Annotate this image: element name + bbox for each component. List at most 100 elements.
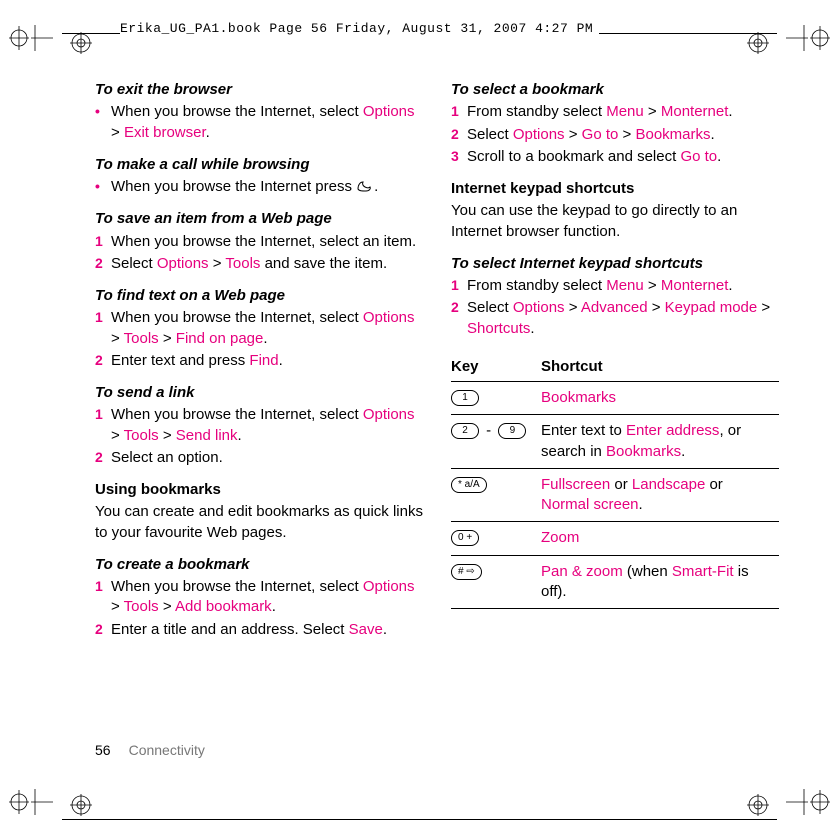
heading-select-keypad-shortcuts: To select Internet keypad shortcuts <box>451 254 779 274</box>
paragraph: You can create and edit bookmarks as qui… <box>95 502 423 543</box>
key-cell: 1 <box>451 382 541 415</box>
table-row: # ⇨ Pan & zoom (when Smart-Fit is off). <box>451 555 779 609</box>
key-icon: 1 <box>451 390 479 406</box>
list-item-text: Enter a title and an address. Select Sav… <box>111 620 423 640</box>
list-item: • When you browse the Internet, select O… <box>95 102 423 143</box>
step-number: 2 <box>95 620 111 639</box>
list-item-text: Select Options > Tools and save the item… <box>111 254 423 274</box>
list-item-text: When you browse the Internet, select Opt… <box>111 405 423 446</box>
key-cell: * a/A <box>451 468 541 522</box>
step-number: 3 <box>451 147 467 166</box>
list-item: 2 Select Options > Advanced > Keypad mod… <box>451 298 779 339</box>
registration-mark-bottom-right <box>747 794 769 816</box>
print-header: Erika_UG_PA1.book Page 56 Friday, August… <box>0 20 839 56</box>
shortcut-cell: Bookmarks <box>541 382 779 415</box>
key-icon: 2 <box>451 423 479 439</box>
list-item: 2 Select Options > Tools and save the it… <box>95 254 423 274</box>
heading-save-item: To save an item from a Web page <box>95 209 423 229</box>
list-item: 2 Select an option. <box>95 448 423 468</box>
shortcut-cell: Zoom <box>541 522 779 555</box>
step-number: 2 <box>95 254 111 273</box>
list-item: 1 When you browse the Internet, select O… <box>95 405 423 446</box>
heading-find-text: To find text on a Web page <box>95 286 423 306</box>
page-content: To exit the browser • When you browse th… <box>95 80 779 760</box>
step-number: 1 <box>451 276 467 295</box>
step-number: 1 <box>451 102 467 121</box>
step-number: 1 <box>95 405 111 424</box>
registration-mark-right <box>747 32 769 54</box>
list-item: 1 When you browse the Internet, select a… <box>95 232 423 252</box>
list-item: 1 When you browse the Internet, select O… <box>95 577 423 618</box>
section-name: Connectivity <box>129 742 205 758</box>
paragraph: You can use the keypad to go directly to… <box>451 201 779 242</box>
heading-create-bookmark: To create a bookmark <box>95 555 423 575</box>
bullet-icon: • <box>95 177 111 196</box>
table-row: * a/A Fullscreen or Landscape or Normal … <box>451 468 779 522</box>
step-number: 1 <box>95 308 111 327</box>
crop-mark-top-right <box>783 20 833 56</box>
table-row: 1 Bookmarks <box>451 382 779 415</box>
print-footer <box>0 784 839 820</box>
bullet-icon: • <box>95 102 111 121</box>
left-column: To exit the browser • When you browse th… <box>95 80 423 642</box>
list-item: 2 Select Options > Go to > Bookmarks. <box>451 125 779 145</box>
crop-mark-bottom-left <box>6 784 56 820</box>
list-item: 1 From standby select Menu > Monternet. <box>451 102 779 122</box>
key-cell: 0 + <box>451 522 541 555</box>
header-stamp: Erika_UG_PA1.book Page 56 Friday, August… <box>120 20 599 38</box>
list-item-text: Select Options > Advanced > Keypad mode … <box>467 298 779 339</box>
step-number: 2 <box>451 125 467 144</box>
key-icon: * a/A <box>451 477 487 493</box>
table-row: 0 + Zoom <box>451 522 779 555</box>
crop-mark-bottom-right <box>783 784 833 820</box>
step-number: 2 <box>451 298 467 317</box>
list-item: • When you browse the Internet press . <box>95 177 423 197</box>
key-icon: 9 <box>498 423 526 439</box>
shortcut-cell: Pan & zoom (when Smart-Fit is off). <box>541 555 779 609</box>
list-item: 1 When you browse the Internet, select O… <box>95 308 423 349</box>
registration-mark-left <box>70 32 92 54</box>
key-icon: # ⇨ <box>451 564 482 580</box>
list-item-text: Scroll to a bookmark and select Go to. <box>467 147 779 167</box>
shortcut-cell: Fullscreen or Landscape or Normal screen… <box>541 468 779 522</box>
table-header-key: Key <box>451 353 541 382</box>
heading-send-link: To send a link <box>95 383 423 403</box>
step-number: 1 <box>95 232 111 251</box>
key-cell: 2 - 9 <box>451 415 541 469</box>
key-icon: 0 + <box>451 530 479 546</box>
table-header-shortcut: Shortcut <box>541 353 779 382</box>
list-item-text: When you browse the Internet, select Opt… <box>111 577 423 618</box>
list-item-text: Select Options > Go to > Bookmarks. <box>467 125 779 145</box>
list-item-text: When you browse the Internet press . <box>111 177 423 197</box>
key-cell: # ⇨ <box>451 555 541 609</box>
call-icon <box>356 179 374 193</box>
list-item: 1 From standby select Menu > Monternet. <box>451 276 779 296</box>
list-item-text: From standby select Menu > Monternet. <box>467 102 779 122</box>
list-item-text: Enter text and press Find. <box>111 351 423 371</box>
heading-select-bookmark: To select a bookmark <box>451 80 779 100</box>
footer-rule <box>62 806 777 820</box>
step-number: 1 <box>95 577 111 596</box>
list-item-text: Select an option. <box>111 448 423 468</box>
subheading-keypad-shortcuts: Internet keypad shortcuts <box>451 179 779 199</box>
table-row: 2 - 9 Enter text to Enter address, or se… <box>451 415 779 469</box>
page-footer: 56 Connectivity <box>95 741 205 760</box>
crop-mark-top-left <box>6 20 56 56</box>
right-column: To select a bookmark 1 From standby sele… <box>451 80 779 642</box>
list-item-text: When you browse the Internet, select an … <box>111 232 423 252</box>
list-item-text: When you browse the Internet, select Opt… <box>111 102 423 143</box>
list-item: 3 Scroll to a bookmark and select Go to. <box>451 147 779 167</box>
heading-exit-browser: To exit the browser <box>95 80 423 100</box>
shortcut-cell: Enter text to Enter address, or search i… <box>541 415 779 469</box>
list-item: 2 Enter text and press Find. <box>95 351 423 371</box>
step-number: 2 <box>95 351 111 370</box>
heading-make-call: To make a call while browsing <box>95 155 423 175</box>
registration-mark-bottom-left <box>70 794 92 816</box>
list-item-text: From standby select Menu > Monternet. <box>467 276 779 296</box>
page-number: 56 <box>95 742 111 758</box>
subheading-using-bookmarks: Using bookmarks <box>95 480 423 500</box>
list-item-text: When you browse the Internet, select Opt… <box>111 308 423 349</box>
shortcuts-table: Key Shortcut 1 Bookmarks 2 - 9 Ente <box>451 353 779 609</box>
list-item: 2 Enter a title and an address. Select S… <box>95 620 423 640</box>
step-number: 2 <box>95 448 111 467</box>
